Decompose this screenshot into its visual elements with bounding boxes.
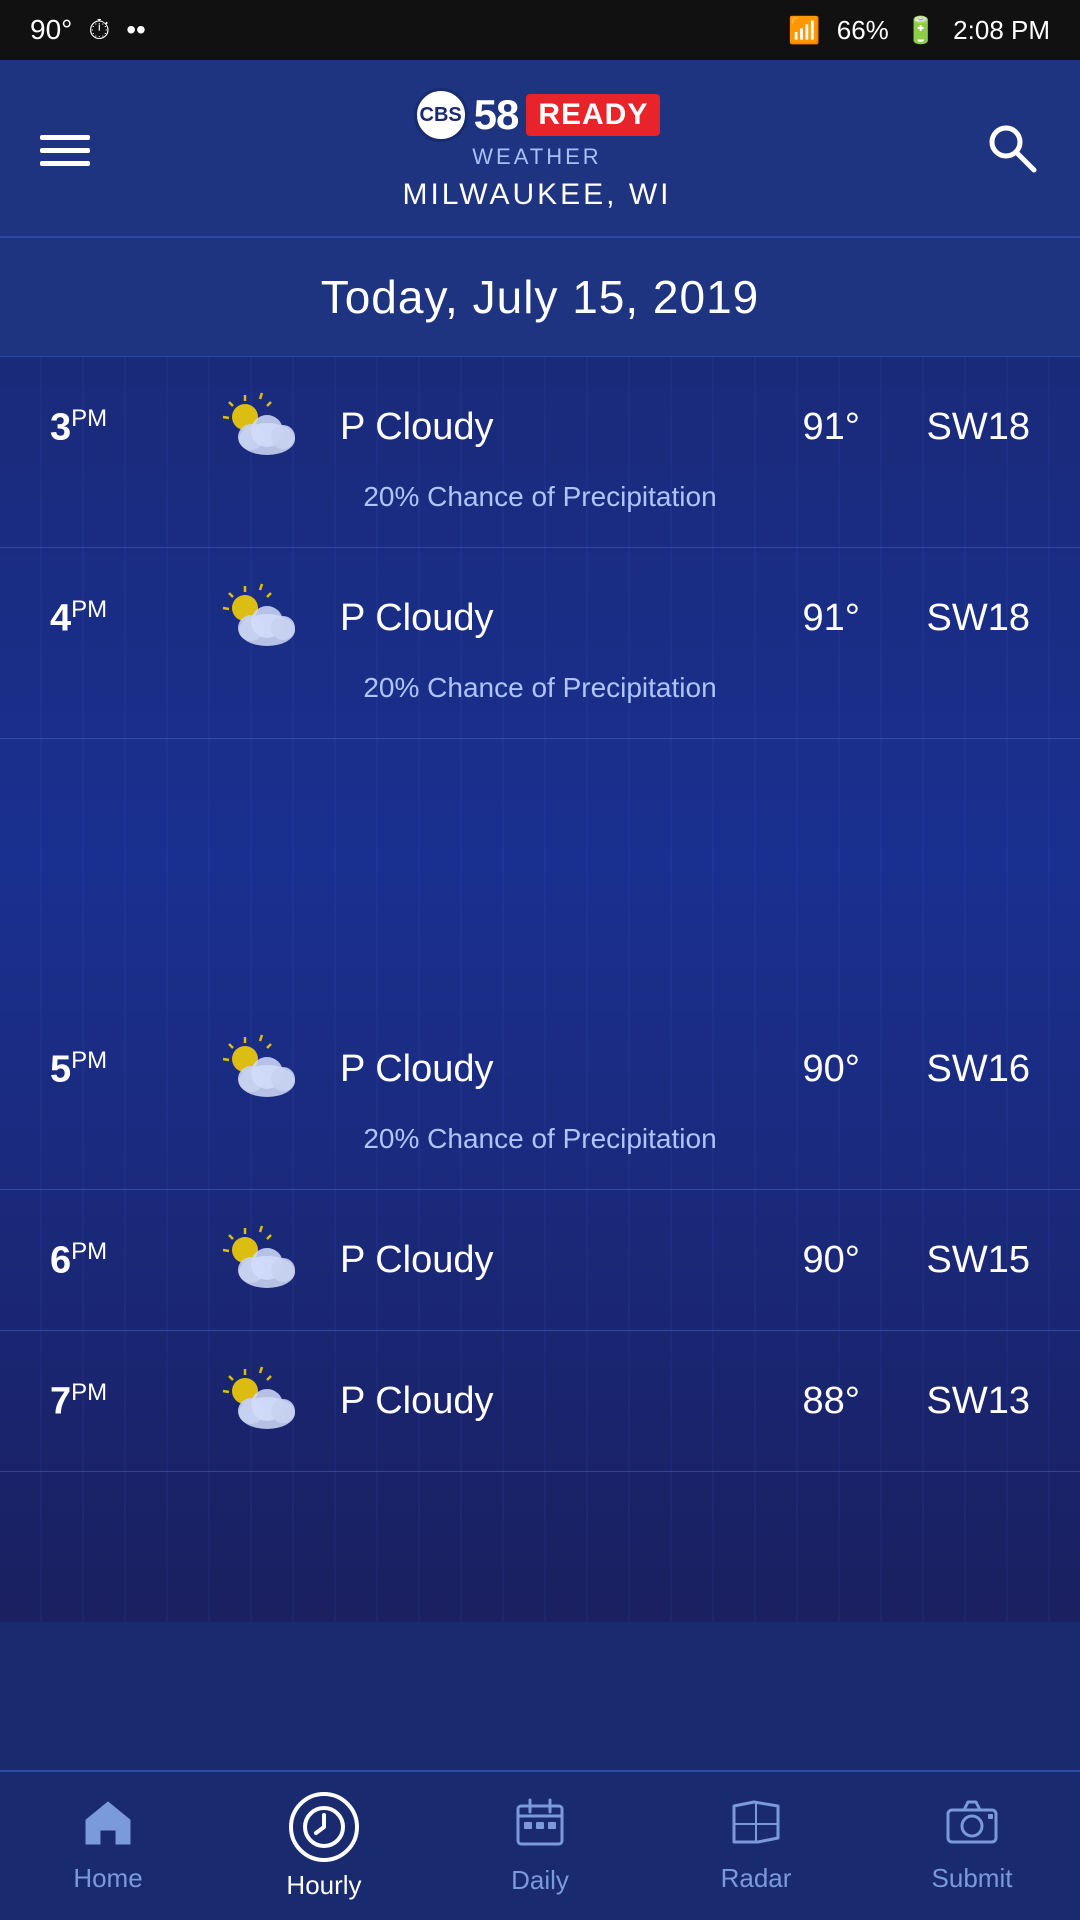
logo-area: CBS 58 READY WEATHER MILWAUKEE, WI [402, 88, 671, 212]
hourly-main: 6PM P Cloudy [50, 1220, 1030, 1300]
hourly-row: 3PM [0, 357, 1080, 548]
search-button[interactable] [984, 120, 1040, 181]
wind-speed: SW18 [890, 406, 1030, 449]
weather-icon [210, 1220, 310, 1300]
status-time: 2:08 PM [953, 15, 1050, 46]
submit-camera-icon [944, 1798, 1000, 1855]
hourly-main: 7PM P Cloudy [50, 1361, 1030, 1441]
weather-icon [210, 387, 310, 467]
home-icon [82, 1798, 134, 1855]
hour-time: 6PM [50, 1238, 180, 1283]
cbs58-logo: CBS 58 READY [414, 88, 661, 142]
condition-label: P Cloudy [340, 1239, 720, 1282]
weather-icon [210, 1361, 310, 1441]
wind-speed: SW18 [890, 597, 1030, 640]
temperature: 91° [750, 406, 860, 449]
nav-hourly[interactable]: Hourly [216, 1772, 432, 1920]
nav-radar[interactable]: Radar [648, 1772, 864, 1920]
channel-number: 58 [474, 91, 519, 139]
submit-label: Submit [932, 1863, 1013, 1894]
status-right: 📶 66% 🔋 2:08 PM [788, 15, 1050, 46]
date-banner: Today, July 15, 2019 [0, 238, 1080, 357]
hourly-main: 3PM [50, 387, 1030, 467]
wind-speed: SW15 [890, 1239, 1030, 1282]
menu-button[interactable] [40, 135, 90, 166]
wind-speed: SW16 [890, 1048, 1030, 1091]
wind-speed: SW13 [890, 1380, 1030, 1423]
bridge-spacer [0, 739, 1080, 999]
condition-label: P Cloudy [340, 406, 720, 449]
condition-label: P Cloudy [340, 597, 720, 640]
hour-time: 4PM [50, 596, 180, 641]
precipitation-chance: 20% Chance of Precipitation [50, 658, 1030, 728]
cbs-emblem: CBS [414, 88, 468, 142]
precipitation-chance: 20% Chance of Precipitation [50, 1109, 1030, 1179]
hourly-container: 3PM [0, 357, 1080, 1622]
battery-icon: 🔋 [905, 15, 937, 46]
daily-icon [514, 1796, 566, 1857]
radar-label: Radar [721, 1863, 792, 1894]
hourly-circle-icon [289, 1792, 359, 1862]
wifi-icon: 📶 [788, 15, 820, 46]
hourly-row: 6PM P Cloudy [0, 1190, 1080, 1331]
condition-label: P Cloudy [340, 1048, 720, 1091]
radar-icon [730, 1798, 782, 1855]
daily-label: Daily [511, 1865, 569, 1896]
nav-daily[interactable]: Daily [432, 1772, 648, 1920]
status-clock-icon: ⏱ [88, 14, 110, 47]
hourly-label: Hourly [286, 1870, 361, 1901]
hour-time: 5PM [50, 1047, 180, 1092]
app-header: CBS 58 READY WEATHER MILWAUKEE, WI [0, 60, 1080, 238]
city-label: MILWAUKEE, WI [402, 178, 671, 212]
hourly-row: 4PM P Cloudy [0, 548, 1080, 739]
hour-time: 3PM [50, 405, 180, 450]
weather-icon [210, 1029, 310, 1109]
temperature: 91° [750, 597, 860, 640]
temperature: 90° [750, 1048, 860, 1091]
temperature: 88° [750, 1380, 860, 1423]
status-temp: 90° [30, 14, 72, 46]
nav-submit[interactable]: Submit [864, 1772, 1080, 1920]
temperature: 90° [750, 1239, 860, 1282]
condition-label: P Cloudy [340, 1380, 720, 1423]
home-label: Home [73, 1863, 142, 1894]
status-bar: 90° ⏱ •• 📶 66% 🔋 2:08 PM [0, 0, 1080, 60]
hourly-main: 4PM P Cloudy [50, 578, 1030, 658]
hourly-row: 7PM P Cloudy [0, 1331, 1080, 1472]
battery-level: 66% [837, 15, 889, 46]
hourly-row: 5PM P Cloudy [0, 999, 1080, 1190]
status-dots: •• [126, 14, 146, 46]
status-left: 90° ⏱ •• [30, 14, 146, 47]
hourly-main: 5PM P Cloudy [50, 1029, 1030, 1109]
ready-label: READY [526, 94, 660, 136]
precipitation-chance: 20% Chance of Precipitation [50, 467, 1030, 537]
weather-sub-label: WEATHER [472, 144, 601, 170]
weather-icon [210, 578, 310, 658]
nav-home[interactable]: Home [0, 1772, 216, 1920]
hour-time: 7PM [50, 1379, 180, 1424]
bottom-navigation: Home Hourly Daily [0, 1770, 1080, 1920]
